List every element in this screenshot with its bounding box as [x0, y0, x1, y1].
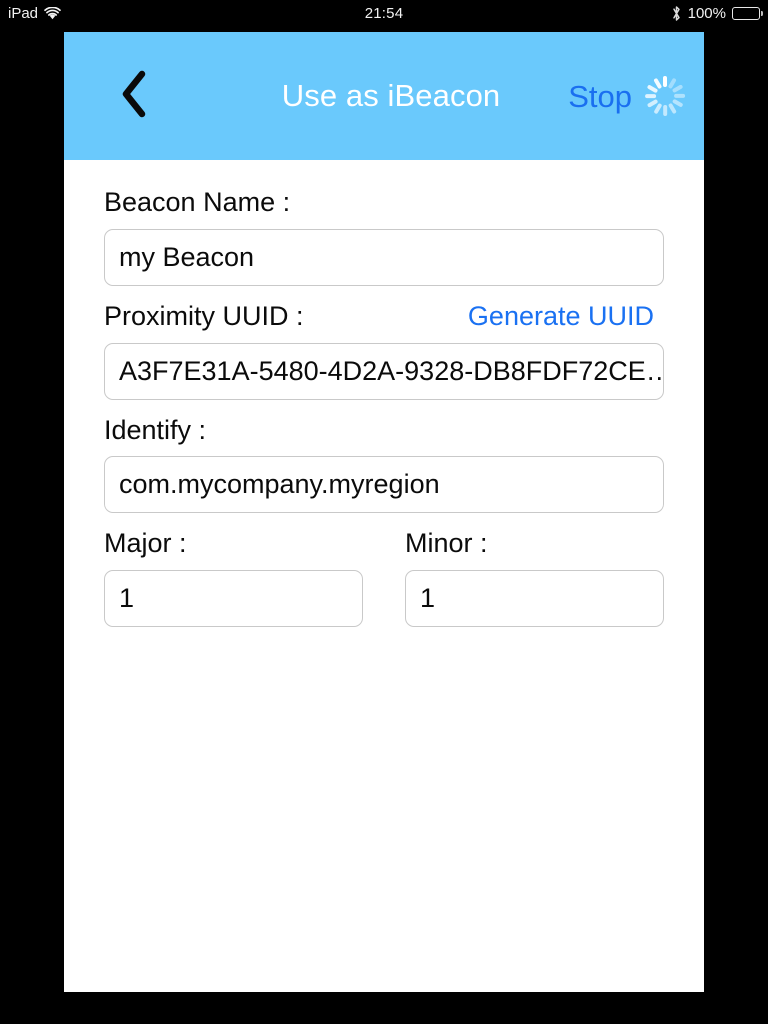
navigation-bar-right: Stop — [568, 75, 686, 117]
field-group-major: Major : 1 — [104, 527, 363, 627]
major-input[interactable]: 1 — [104, 570, 363, 627]
identify-label: Identify : — [104, 414, 207, 445]
battery-percent-label: 100% — [687, 4, 726, 22]
identify-input[interactable]: com.mycompany.myregion — [104, 456, 664, 514]
stop-button[interactable]: Stop — [568, 81, 632, 112]
field-group-major-minor: Major : 1 Minor : 1 — [104, 527, 664, 627]
status-bar-clock: 21:54 — [364, 4, 404, 22]
status-bar: iPad 21:54 100% — [0, 0, 768, 26]
proximity-uuid-input[interactable]: A3F7E31A-5480-4D2A-9328-DB8FDF72CE… — [104, 342, 664, 400]
bluetooth-icon — [671, 5, 682, 22]
device-screen: iPad 21:54 100% Use as iBeacon Stop Beac… — [0, 0, 768, 1024]
generate-uuid-button[interactable]: Generate UUID — [468, 301, 664, 332]
major-label: Major : — [104, 528, 187, 559]
battery-full-icon — [732, 6, 763, 20]
field-group-identify: Identify : com.mycompany.myregion — [104, 414, 664, 514]
activity-indicator-icon — [644, 75, 686, 117]
proximity-uuid-label: Proximity UUID : — [104, 300, 304, 331]
app-window: Use as iBeacon Stop Beacon Name: my Bea… — [64, 32, 704, 992]
beacon-form: Beacon Name : my Beacon Proximity UUID :… — [64, 160, 704, 627]
battery-cap — [760, 11, 763, 16]
field-group-minor: Minor : 1 — [405, 527, 664, 627]
proximity-uuid-label-row: Proximity UUID : Generate UUID — [104, 300, 664, 334]
minor-input[interactable]: 1 — [405, 570, 664, 627]
field-group-proximity-uuid: Proximity UUID : Generate UUID A3F7E31A-… — [104, 300, 664, 400]
field-group-beacon-name: Beacon Name : my Beacon — [104, 186, 664, 286]
beacon-name-input[interactable]: my Beacon — [104, 228, 664, 286]
status-bar-right: 100% — [671, 4, 763, 22]
navigation-bar: Use as iBeacon Stop — [64, 32, 704, 160]
minor-label: Minor : — [405, 528, 488, 559]
beacon-name-label: Beacon Name : — [104, 187, 291, 217]
